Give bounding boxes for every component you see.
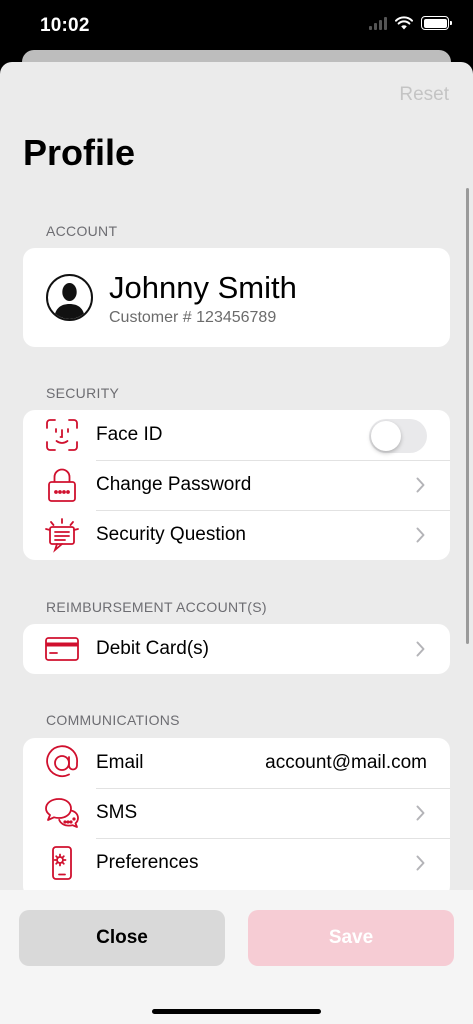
page-title: Profile xyxy=(23,132,136,173)
email-row[interactable]: Email account@mail.com xyxy=(23,738,450,788)
scroll-indicator[interactable] xyxy=(466,188,469,644)
section-header-reimbursement: REIMBURSEMENT ACCOUNT(S) xyxy=(46,599,267,615)
security-question-icon xyxy=(43,516,81,554)
cellular-signal-icon xyxy=(369,16,387,30)
email-label: Email xyxy=(96,752,144,773)
debit-cards-label: Debit Card(s) xyxy=(96,638,209,659)
at-sign-icon xyxy=(43,744,81,782)
email-value: account@mail.com xyxy=(265,752,427,773)
reimbursement-card: Debit Card(s) xyxy=(23,624,450,674)
section-header-account: ACCOUNT xyxy=(46,223,118,239)
lock-icon xyxy=(43,466,81,504)
wifi-icon xyxy=(395,16,413,30)
preferences-label: Preferences xyxy=(96,852,199,873)
debit-cards-row[interactable]: Debit Card(s) xyxy=(23,624,450,674)
face-id-toggle[interactable] xyxy=(369,419,427,453)
status-time: 10:02 xyxy=(40,15,90,36)
security-card: Face ID Change Password Security Questio… xyxy=(23,410,450,560)
change-password-label: Change Password xyxy=(96,474,252,495)
phone-settings-icon xyxy=(43,844,81,882)
sms-label: SMS xyxy=(96,802,138,823)
security-question-label: Security Question xyxy=(96,524,246,545)
chevron-right-icon xyxy=(416,855,425,871)
account-card[interactable]: Johnny Smith Customer # 123456789 xyxy=(23,248,450,347)
credit-card-icon xyxy=(43,630,81,668)
action-footer: Close Save xyxy=(0,890,473,1024)
chevron-right-icon xyxy=(416,477,425,493)
section-header-security: SECURITY xyxy=(46,385,120,401)
section-header-communications: COMMUNICATIONS xyxy=(46,712,180,728)
sms-row[interactable]: SMS xyxy=(23,788,450,838)
preferences-row[interactable]: Preferences xyxy=(23,838,450,888)
profile-sheet: Reset Profile ACCOUNT Johnny Smith Custo… xyxy=(0,62,473,1024)
face-id-row[interactable]: Face ID xyxy=(23,410,450,460)
chevron-right-icon xyxy=(416,641,425,657)
toggle-knob xyxy=(371,421,401,451)
communications-card: Email account@mail.com SMS Preferences xyxy=(23,738,450,898)
avatar xyxy=(46,274,93,321)
status-icons xyxy=(369,16,452,30)
face-id-label: Face ID xyxy=(96,424,163,445)
face-id-icon xyxy=(43,416,81,454)
status-bar: 10:02 xyxy=(0,0,473,52)
chevron-right-icon xyxy=(416,805,425,821)
close-button[interactable]: Close xyxy=(19,910,225,966)
chat-bubbles-icon xyxy=(43,794,81,832)
user-silhouette-icon xyxy=(54,283,85,319)
account-name: Johnny Smith xyxy=(109,270,297,305)
change-password-row[interactable]: Change Password xyxy=(23,460,450,510)
security-question-row[interactable]: Security Question xyxy=(23,510,450,560)
chevron-right-icon xyxy=(416,527,425,543)
customer-number: Customer # 123456789 xyxy=(109,309,277,326)
save-button[interactable]: Save xyxy=(248,910,454,966)
reset-button[interactable]: Reset xyxy=(399,84,449,106)
home-indicator[interactable] xyxy=(152,1009,321,1014)
battery-icon xyxy=(421,16,452,30)
